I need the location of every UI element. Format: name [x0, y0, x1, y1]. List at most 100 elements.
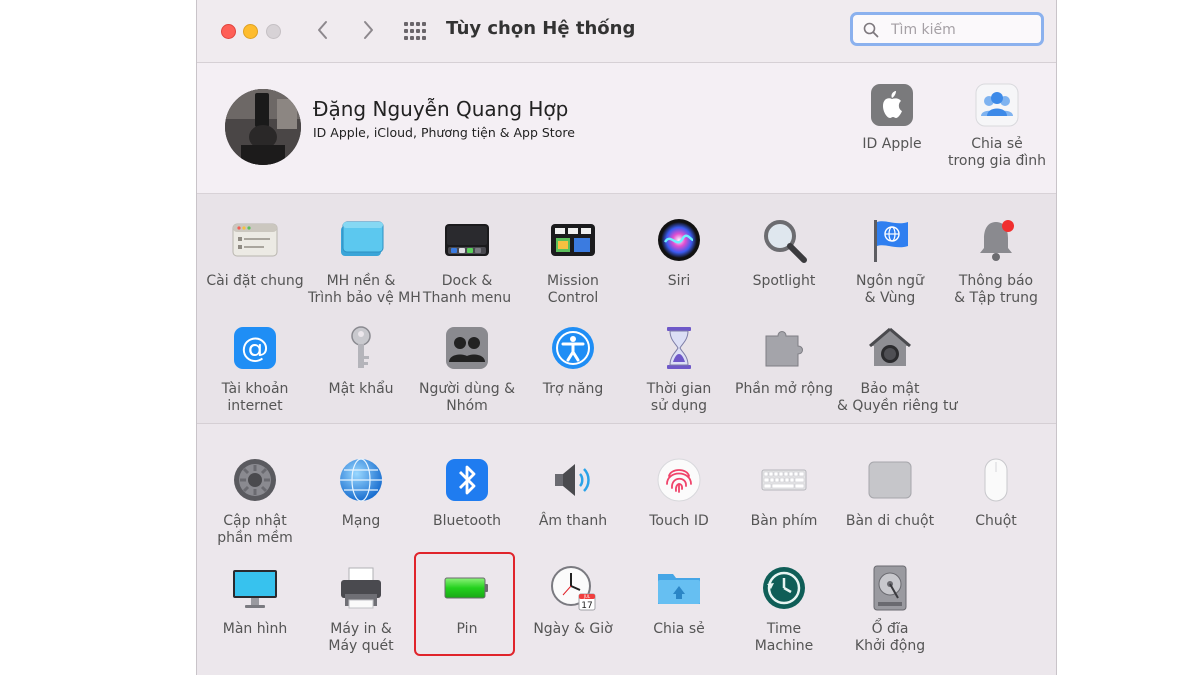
pref-users-groups[interactable]: Người dùng & Nhóm: [414, 324, 520, 415]
pref-label: Máy quét: [328, 638, 394, 654]
pref-label: & Vùng: [864, 290, 916, 306]
pref-label: Máy in &: [330, 621, 392, 637]
pref-notifications[interactable]: Thông báo & Tập trung: [943, 216, 1049, 307]
accessibility-icon: [552, 327, 594, 369]
battery-icon: [444, 577, 488, 599]
pref-label: internet: [227, 398, 283, 414]
forward-button[interactable]: [356, 18, 380, 42]
pref-label: Thông báo: [958, 273, 1034, 289]
users-groups-icon: [446, 327, 488, 369]
apple-id-icon: [871, 84, 913, 126]
keyboard-icon: [761, 469, 807, 491]
pref-label: Khởi động: [854, 638, 926, 654]
show-all-button[interactable]: [403, 20, 427, 42]
user-section: Đặng Nguyễn Quang Hợp ID Apple, iCloud, …: [197, 63, 1056, 194]
pref-printers-scanners[interactable]: Máy in & Máy quét: [308, 564, 414, 655]
minimize-button[interactable]: [243, 24, 258, 39]
pref-accessibility[interactable]: Trợ năng: [520, 324, 626, 398]
pref-security-privacy[interactable]: Bảo mật & Quyền riêng tư: [837, 324, 958, 415]
pref-mission-control[interactable]: Mission Control: [520, 216, 626, 307]
pref-internet-accounts[interactable]: @ Tài khoản internet: [202, 324, 308, 415]
pref-label: Cập nhật: [223, 513, 287, 529]
pref-family-sharing[interactable]: Chia sẻ trong gia đình: [945, 83, 1049, 170]
pref-label: & Quyền riêng tư: [837, 398, 958, 414]
zoom-button[interactable]: [266, 24, 281, 39]
pref-label: Phần mở rộng: [735, 381, 833, 397]
pref-label: Spotlight: [752, 273, 816, 289]
window-title: Tùy chọn Hệ thống: [446, 18, 636, 39]
pref-desktop-screensaver[interactable]: MH nền & Trình bảo vệ MH: [308, 216, 421, 307]
hard-drive-icon: [873, 565, 907, 611]
user-name[interactable]: Đặng Nguyễn Quang Hợp: [313, 97, 568, 121]
back-button[interactable]: [311, 18, 335, 42]
pref-mouse[interactable]: Chuột: [943, 456, 1049, 530]
printer-icon: [341, 567, 381, 609]
pref-label: Ổ đĩa: [871, 621, 909, 637]
pref-extensions[interactable]: Phần mở rộng: [731, 324, 837, 398]
pref-label: Âm thanh: [538, 513, 608, 529]
gear-icon: [234, 459, 276, 501]
bluetooth-icon: [446, 459, 488, 501]
user-subtitle: ID Apple, iCloud, Phương tiện & App Stor…: [313, 125, 575, 140]
chevron-right-icon: [364, 21, 373, 39]
pref-label: Machine: [754, 638, 814, 654]
key-icon: [351, 326, 371, 368]
pref-language-region[interactable]: Ngôn ngữ & Vùng: [837, 216, 943, 307]
pref-dock[interactable]: Dock & Thanh menu: [414, 216, 520, 307]
pref-network[interactable]: Mạng: [308, 456, 414, 530]
pref-date-time[interactable]: JUL 17 Ngày & Giờ: [520, 564, 626, 638]
pref-label: Trợ năng: [542, 381, 604, 397]
pref-label: Bàn di chuột: [845, 513, 935, 529]
pref-label: Tài khoản: [221, 381, 289, 397]
pref-label: trong gia đình: [947, 153, 1047, 169]
pref-apple-id[interactable]: ID Apple: [848, 83, 936, 153]
pref-label: Thanh menu: [422, 290, 512, 306]
search-input[interactable]: [889, 19, 1043, 41]
pref-screen-time[interactable]: Thời gian sử dụng: [626, 324, 732, 415]
grid-icon: [404, 22, 426, 40]
hourglass-icon: [667, 327, 691, 369]
pref-label: Pin: [456, 621, 478, 637]
globe-icon: [340, 458, 382, 502]
pref-label: Chuột: [975, 513, 1017, 529]
puzzle-icon: [765, 331, 803, 367]
pref-label: Chia sẻ: [971, 136, 1023, 152]
pref-label: MH nền &: [326, 273, 396, 289]
pref-startup-disk[interactable]: Ổ đĩa Khởi động: [837, 564, 943, 655]
mission-control-icon: [551, 224, 595, 256]
pref-time-machine[interactable]: Time Machine: [731, 564, 837, 655]
pref-passwords[interactable]: Mật khẩu: [308, 324, 414, 398]
pref-bluetooth[interactable]: Bluetooth: [414, 456, 520, 530]
pref-touch-id[interactable]: Touch ID: [626, 456, 732, 530]
language-region-icon: [874, 220, 908, 262]
avatar[interactable]: [225, 89, 301, 165]
pref-label: Mật khẩu: [328, 381, 394, 397]
pref-keyboard[interactable]: Bàn phím: [731, 456, 837, 530]
pref-trackpad[interactable]: Bàn di chuột: [837, 456, 943, 530]
calendar-day: 17: [581, 601, 592, 611]
close-button[interactable]: [221, 24, 236, 39]
pref-label: Màn hình: [222, 621, 288, 637]
family-sharing-icon: [975, 83, 1019, 127]
pref-label: Người dùng &: [418, 381, 516, 397]
pref-label: sử dụng: [650, 398, 708, 414]
pref-displays[interactable]: Màn hình: [202, 564, 308, 638]
search-box[interactable]: [850, 12, 1044, 46]
pref-label: Dock &: [441, 273, 493, 289]
pref-label: Touch ID: [649, 513, 709, 529]
pref-software-update[interactable]: Cập nhật phần mềm: [202, 456, 308, 547]
notifications-icon: [980, 220, 1014, 261]
pref-label: & Tập trung: [954, 290, 1038, 306]
pref-label: ID Apple: [862, 136, 922, 152]
search-icon: [863, 22, 879, 38]
pref-sound[interactable]: Âm thanh: [520, 456, 626, 530]
pref-battery[interactable]: Pin: [414, 564, 520, 638]
pref-siri[interactable]: Siri: [626, 216, 732, 290]
trackpad-icon: [868, 461, 912, 499]
pref-label: Siri: [667, 273, 691, 289]
pref-general[interactable]: Cài đặt chung: [202, 216, 308, 290]
profile-photo-icon: [225, 89, 301, 165]
pref-sharing[interactable]: Chia sẻ: [626, 564, 732, 638]
pref-label: Time: [766, 621, 802, 637]
pref-spotlight[interactable]: Spotlight: [731, 216, 837, 290]
